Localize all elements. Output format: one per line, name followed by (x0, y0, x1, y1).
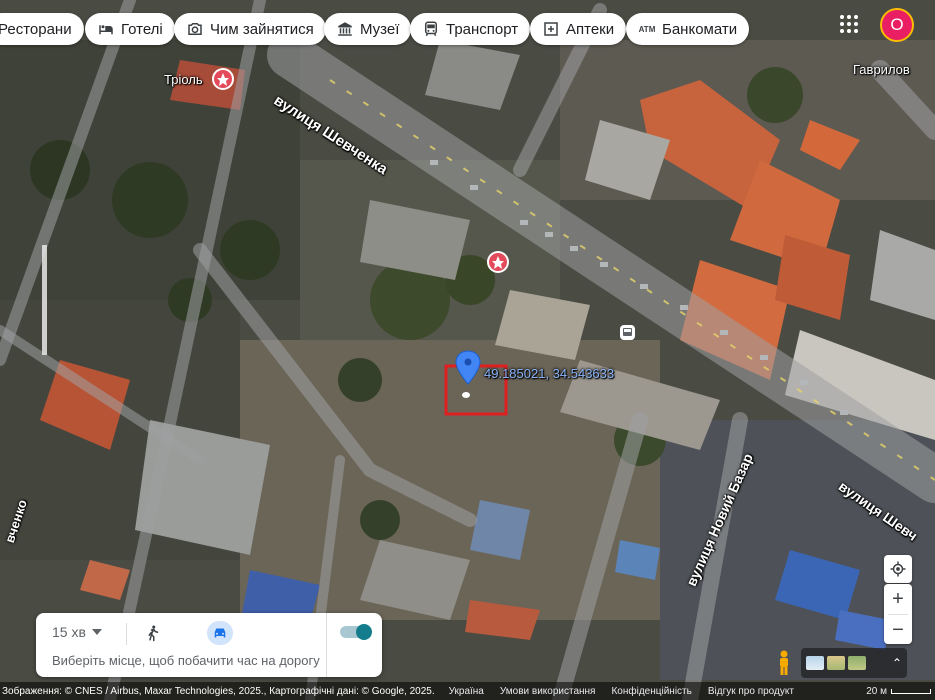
layer-thumb-satellite[interactable] (848, 656, 866, 670)
scale-bar (891, 688, 931, 694)
zoom-control: + − (884, 584, 912, 644)
chip-atms-label: Банкомати (662, 20, 738, 38)
driving-mode-button[interactable] (207, 621, 233, 645)
chip-hotels-label: Готелі (121, 20, 163, 38)
caret-down-icon (91, 629, 102, 635)
imagery-attribution: Зображення: © CNES / Airbus, Maxar Techn… (2, 685, 435, 697)
atm-icon: ATM (638, 24, 656, 34)
panel-divider-vertical (326, 613, 327, 677)
travel-time-panel: 15 хв Виберіть місце, щоб побачити час н… (36, 613, 382, 677)
chip-restaurants[interactable]: Ресторани (0, 13, 84, 45)
layers-switcher[interactable]: ⌃ (801, 648, 907, 678)
poi-label-gavrylov[interactable]: Гаврилов (853, 62, 910, 77)
chip-restaurants-label: Ресторани (0, 20, 72, 38)
duration-value: 15 хв (52, 624, 86, 640)
chip-transit[interactable]: Транспорт (410, 13, 531, 45)
terms-link[interactable]: Умови використання (500, 686, 596, 697)
layer-thumb-terrain[interactable] (827, 656, 845, 670)
chip-pharmacies-label: Аптеки (566, 20, 615, 38)
chip-things-to-do[interactable]: Чим зайнятися (174, 13, 326, 45)
account-avatar[interactable]: О (880, 8, 914, 42)
travel-time-toggle[interactable] (340, 623, 372, 640)
walking-mode-icon[interactable] (144, 623, 162, 643)
transit-icon (422, 20, 440, 38)
pegman-icon[interactable] (772, 648, 796, 678)
panel-divider (126, 623, 127, 645)
country-link[interactable]: Україна (449, 686, 484, 697)
map-footer: Зображення: © CNES / Airbus, Maxar Techn… (0, 682, 935, 700)
feedback-link[interactable]: Відгук про продукт (708, 686, 794, 697)
car-icon (214, 628, 226, 638)
chip-pharmacies[interactable]: Аптеки (530, 13, 627, 45)
apps-grid-icon[interactable] (838, 13, 860, 35)
chip-museums[interactable]: Музеї (324, 13, 412, 45)
zoom-out-button[interactable]: − (884, 615, 912, 645)
chip-museums-label: Музеї (360, 20, 400, 38)
pin-coordinates-label: 49.185021, 34.543633 (484, 366, 615, 381)
attraction-marker-center[interactable] (487, 251, 509, 273)
poi-label-trioll[interactable]: Тріоль (164, 72, 203, 87)
scale-label: 20 м (866, 685, 887, 697)
crosshair-icon (890, 561, 906, 577)
pharmacy-icon (542, 20, 560, 38)
map-scale[interactable]: 20 м (866, 686, 931, 697)
travel-time-hint: Виберіть місце, щоб побачити час на доро… (52, 653, 320, 668)
satellite-map[interactable] (0, 0, 935, 700)
camera-icon (186, 20, 204, 38)
chip-atms[interactable]: ATM Банкомати (626, 13, 750, 45)
bus-stop-marker[interactable] (620, 325, 635, 340)
privacy-link[interactable]: Конфіденційність (611, 686, 691, 697)
layer-thumb-map[interactable] (806, 656, 824, 670)
chip-transit-label: Транспорт (446, 20, 519, 38)
duration-dropdown[interactable]: 15 хв (52, 624, 102, 640)
museum-icon (336, 20, 354, 38)
hotel-bed-icon (97, 20, 115, 38)
chip-things-to-do-label: Чим зайнятися (210, 20, 314, 38)
chip-hotels[interactable]: Готелі (85, 13, 175, 45)
zoom-in-button[interactable]: + (884, 584, 912, 614)
my-location-button[interactable] (884, 555, 912, 583)
attraction-marker-trioll[interactable] (212, 68, 234, 90)
expand-layers-icon[interactable]: ⌃ (892, 656, 902, 670)
